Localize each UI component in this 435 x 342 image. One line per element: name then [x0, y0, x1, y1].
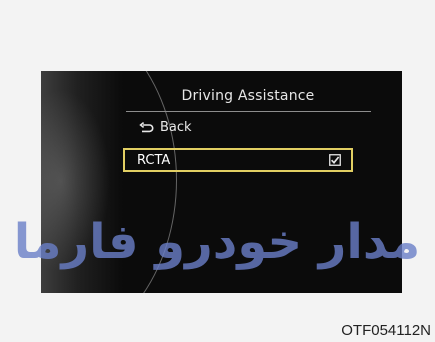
title-divider: [126, 111, 371, 112]
gauge-arc: [41, 71, 177, 293]
cluster-display: Driving Assistance Back RCTA: [41, 71, 402, 293]
figure-reference-code: OTF054112N: [341, 322, 431, 339]
menu-option-rcta[interactable]: RCTA: [123, 148, 353, 172]
option-label: RCTA: [137, 152, 171, 168]
checkbox-checked-icon[interactable]: [329, 154, 341, 166]
back-label: Back: [160, 120, 192, 135]
menu-title: Driving Assistance: [181, 88, 315, 104]
return-arrow-icon: [139, 121, 154, 132]
back-button[interactable]: Back: [139, 120, 192, 135]
